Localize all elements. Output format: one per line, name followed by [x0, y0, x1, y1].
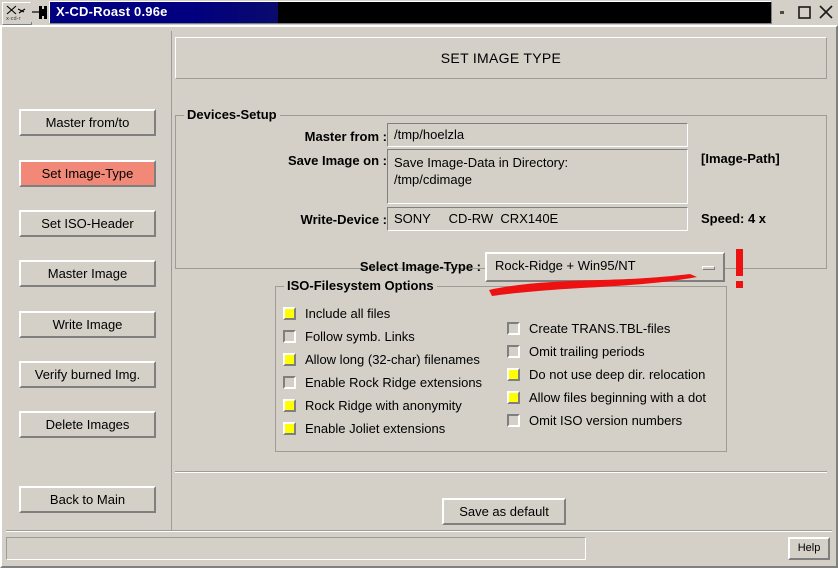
- content-pane: SET IMAGE TYPE Devices-Setup Master from…: [172, 31, 832, 532]
- image-type-dropdown[interactable]: Rock-Ridge + Win95/NT: [485, 252, 725, 282]
- write-device-field[interactable]: SONY CD-RW CRX140E: [387, 207, 688, 231]
- checkbox-label: Do not use deep dir. relocation: [529, 367, 706, 382]
- checkbox-indicator: [507, 322, 520, 335]
- image-type-selected-value: Rock-Ridge + Win95/NT: [495, 258, 636, 273]
- application-window: x-cd-r X-CD-Roast 0.96e Master from/to S…: [0, 0, 838, 568]
- checkbox-indicator: [283, 307, 296, 320]
- checkbox-indicator: [283, 399, 296, 412]
- checkbox-label: Rock Ridge with anonymity: [305, 398, 462, 413]
- checkbox-label: Allow files beginning with a dot: [529, 390, 707, 405]
- checkbox-indicator: [507, 391, 520, 404]
- checkbox-label: Omit ISO version numbers: [529, 413, 683, 428]
- save-as-default-button[interactable]: Save as default: [442, 498, 566, 525]
- maximize-button[interactable]: [794, 2, 814, 22]
- sidebar-item-back-to-main[interactable]: Back to Main: [19, 486, 156, 513]
- checkbox-indicator: [507, 345, 520, 358]
- help-button[interactable]: Help: [788, 537, 830, 560]
- window-titlebar: x-cd-r X-CD-Roast 0.96e: [0, 0, 838, 25]
- iso-options-legend: ISO-Filesystem Options: [284, 278, 437, 293]
- window-menu-icon[interactable]: x-cd-r: [2, 2, 32, 25]
- image-path-note: [Image-Path]: [701, 151, 780, 166]
- content-separator: [175, 471, 827, 473]
- window-pin-icon[interactable]: [31, 3, 49, 22]
- checkbox-label: Enable Joliet extensions: [305, 421, 446, 436]
- sidebar-item-set-iso-header[interactable]: Set ISO-Header: [19, 210, 156, 237]
- checkbox-label: Enable Rock Ridge extensions: [305, 375, 483, 390]
- checkbox-indicator: [283, 422, 296, 435]
- sidebar-item-delete-images[interactable]: Delete Images: [19, 411, 156, 438]
- window-control-buttons: [772, 2, 836, 23]
- checkbox-indicator: [507, 414, 520, 427]
- select-image-type-label: Select Image-Type :: [359, 259, 481, 274]
- checkbox-label: Omit trailing periods: [529, 344, 645, 359]
- minimize-button[interactable]: [772, 2, 792, 22]
- window-title-band: X-CD-Roast 0.96e: [49, 1, 772, 24]
- checkbox-indicator: [283, 376, 296, 389]
- master-from-label: Master from :: [304, 129, 387, 144]
- checkbox-label: Include all files: [305, 306, 391, 321]
- checkbox-indicator: [507, 368, 520, 381]
- sidebar-item-write-image[interactable]: Write Image: [19, 311, 156, 338]
- sidebar: Master from/to Set Image-Type Set ISO-He…: [6, 31, 172, 532]
- sidebar-item-master-image[interactable]: Master Image: [19, 260, 156, 287]
- sidebar-item-set-image-type[interactable]: Set Image-Type: [19, 160, 156, 187]
- write-device-label: Write-Device :: [300, 212, 387, 227]
- close-button[interactable]: [816, 2, 836, 22]
- status-message: [6, 537, 586, 560]
- checkbox-label: Create TRANS.TBL-files: [529, 321, 671, 336]
- speed-note: Speed: 4 x: [701, 211, 767, 226]
- svg-text:x-cd-r: x-cd-r: [6, 16, 21, 22]
- page-title: SET IMAGE TYPE: [175, 37, 827, 79]
- checkbox-label: Allow long (32-char) filenames: [305, 352, 480, 367]
- master-from-field[interactable]: /tmp/hoelzla: [387, 123, 688, 147]
- sidebar-item-verify-burned-img[interactable]: Verify burned Img.: [19, 361, 156, 388]
- chevron-down-icon: [702, 266, 715, 270]
- devices-setup-legend: Devices-Setup: [184, 107, 280, 122]
- statusbar-separator: [6, 530, 832, 532]
- save-image-on-field[interactable]: Save Image-Data in Directory: /tmp/cdima…: [387, 149, 688, 204]
- checkbox-indicator: [283, 353, 296, 366]
- window-title: X-CD-Roast 0.96e: [56, 4, 168, 19]
- statusbar: Help: [6, 536, 832, 564]
- sidebar-item-master-from-to[interactable]: Master from/to: [19, 109, 156, 136]
- checkbox-indicator: [283, 330, 296, 343]
- save-image-on-label: Save Image on :: [288, 153, 387, 168]
- checkbox-label: Follow symb. Links: [305, 329, 415, 344]
- window-body: Master from/to Set Image-Type Set ISO-He…: [0, 25, 838, 568]
